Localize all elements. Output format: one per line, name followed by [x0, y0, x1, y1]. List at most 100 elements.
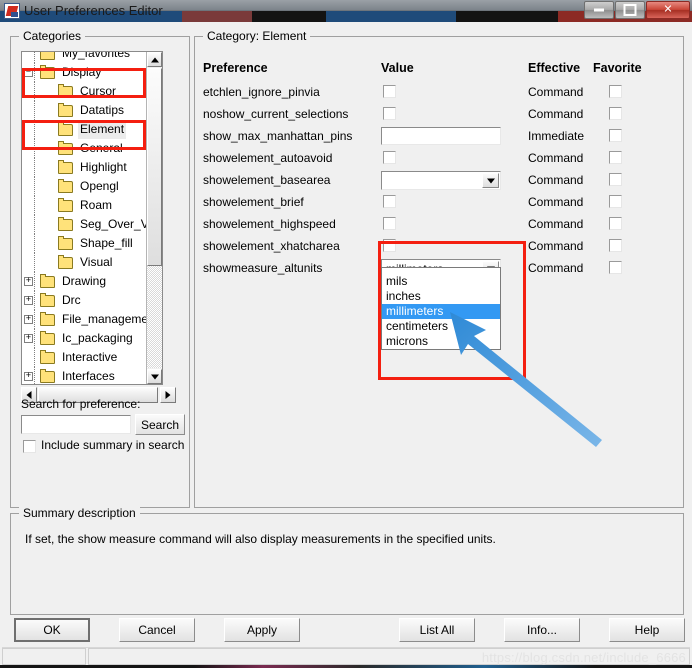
preference-favorite-checkbox[interactable] [609, 217, 622, 230]
tree-item-my_favorites[interactable]: My_favorites [22, 52, 162, 63]
tree-expander-drc[interactable]: + [24, 296, 33, 305]
tree-item-label: Highlight [80, 160, 127, 174]
tree-scroll-up-button[interactable] [147, 52, 162, 67]
categories-tree[interactable]: My_favorites − Display Cursor Datatips Elemen… [21, 51, 163, 385]
tree-guide-line [34, 272, 35, 291]
minimize-button[interactable] [584, 1, 614, 19]
folder-icon [40, 350, 55, 364]
preference-value-checkbox[interactable] [383, 107, 396, 120]
tree-scroll-down-button[interactable] [147, 369, 162, 384]
tree-scroll-right-button[interactable] [160, 387, 176, 403]
tree-expander-interfaces[interactable]: + [24, 372, 33, 381]
watermark: https://blog.csdn.net/include_6666 [481, 650, 686, 665]
tree-item-cursor[interactable]: Cursor [22, 82, 162, 101]
preference-value-checkbox[interactable] [383, 239, 396, 252]
ok-button[interactable]: OK [14, 618, 90, 642]
app-icon [4, 3, 20, 19]
tree-expander-drawing[interactable]: + [24, 277, 33, 286]
preference-name: noshow_current_selections [203, 107, 349, 121]
dropdown-option-microns[interactable]: microns [382, 334, 500, 349]
tree-item-interfaces[interactable]: + Interfaces [22, 367, 162, 384]
folder-icon [40, 293, 55, 307]
preference-name: showelement_autoavoid [203, 151, 333, 165]
tree-vertical-scrollbar[interactable] [146, 52, 162, 384]
tree-item-drawing[interactable]: + Drawing [22, 272, 162, 291]
preference-effective: Command [528, 195, 584, 209]
preference-value-checkbox[interactable] [383, 217, 396, 230]
window-controls: ✕ [583, 1, 690, 19]
preference-favorite-checkbox[interactable] [609, 129, 622, 142]
preference-name: showelement_brief [203, 195, 304, 209]
tree-item-datatips[interactable]: Datatips [22, 101, 162, 120]
tree-item-element[interactable]: Element [22, 120, 162, 139]
preference-value-checkbox[interactable] [383, 85, 396, 98]
cancel-button[interactable]: Cancel [119, 618, 195, 642]
preference-name: showelement_xhatcharea [203, 239, 340, 253]
preference-favorite-checkbox[interactable] [609, 151, 622, 164]
tree-item-opengl[interactable]: Opengl [22, 177, 162, 196]
tree-guide-line [34, 196, 35, 215]
tree-item-seg_over_voi[interactable]: Seg_Over_Voi [22, 215, 162, 234]
tree-guide-line [34, 101, 35, 120]
categories-group: Categories My_favorites − Display Cursor Dat… [10, 29, 190, 508]
folder-icon [58, 217, 73, 231]
tree-item-highlight[interactable]: Highlight [22, 158, 162, 177]
preference-favorite-checkbox[interactable] [609, 261, 622, 274]
include-summary-checkbox[interactable] [23, 440, 36, 453]
list-all-button[interactable]: List All [399, 618, 475, 642]
altunits-dropdown-list[interactable]: mils inches millimeters centimeters microns [381, 267, 501, 350]
preference-favorite-checkbox[interactable] [609, 107, 622, 120]
tree-expander-ic_packaging[interactable]: + [24, 334, 33, 343]
folder-icon [58, 179, 73, 193]
apply-button[interactable]: Apply [224, 618, 300, 642]
tree-expander-display[interactable]: − [24, 68, 33, 77]
preference-favorite-checkbox[interactable] [609, 195, 622, 208]
tree-item-ic_packaging[interactable]: + Ic_packaging [22, 329, 162, 348]
preference-value-input[interactable] [381, 127, 501, 145]
tree-item-drc[interactable]: + Drc [22, 291, 162, 310]
tree-item-general[interactable]: General [22, 139, 162, 158]
tree-vscroll-thumb[interactable] [147, 68, 162, 266]
tree-item-interactive[interactable]: Interactive [22, 348, 162, 367]
categories-legend: Categories [19, 29, 86, 43]
folder-icon [58, 103, 73, 117]
dropdown-option-mils[interactable]: mils [382, 274, 500, 289]
summary-group: Summary description If set, the show mea… [10, 506, 684, 615]
titlebar-backdrop-strip-5 [456, 11, 558, 22]
category-legend: Category: Element [203, 29, 311, 43]
tree-item-file_management[interactable]: + File_management [22, 310, 162, 329]
help-button[interactable]: Help [609, 618, 685, 642]
tree-guide-line [34, 120, 35, 139]
close-icon: ✕ [663, 3, 673, 16]
preference-favorite-checkbox[interactable] [609, 173, 622, 186]
tree-expander-file_management[interactable]: + [24, 315, 33, 324]
preference-favorite-checkbox[interactable] [609, 85, 622, 98]
search-input[interactable] [21, 415, 131, 434]
tree-item-roam[interactable]: Roam [22, 196, 162, 215]
column-header-preference: Preference [203, 61, 268, 75]
preference-name: showelement_highspeed [203, 217, 336, 231]
preference-favorite-checkbox[interactable] [609, 239, 622, 252]
tree-item-visual[interactable]: Visual [22, 253, 162, 272]
tree-item-display[interactable]: − Display [22, 63, 162, 82]
tree-guide-line [34, 63, 35, 82]
titlebar-backdrop-strip-4 [326, 11, 456, 22]
preference-value-checkbox[interactable] [383, 151, 396, 164]
preference-name: showelement_basearea [203, 173, 331, 187]
dropdown-option-centimeters[interactable]: centimeters [382, 319, 500, 334]
dropdown-option-inches[interactable]: inches [382, 289, 500, 304]
preference-effective: Command [528, 151, 584, 165]
tree-guide-line [34, 158, 35, 177]
combo-dropdown-button[interactable] [482, 173, 499, 188]
tree-item-label: Cursor [80, 84, 117, 98]
maximize-button[interactable] [615, 1, 645, 19]
window-client-area: Categories My_favorites − Display Cursor Dat… [0, 22, 692, 668]
preference-value-combo[interactable] [381, 171, 501, 190]
tree-item-shape_fill[interactable]: Shape_fill [22, 234, 162, 253]
preference-name: showmeasure_altunits [203, 261, 323, 275]
dropdown-option-millimeters[interactable]: millimeters [382, 304, 500, 319]
preference-value-checkbox[interactable] [383, 195, 396, 208]
close-button[interactable]: ✕ [646, 1, 690, 19]
info-button[interactable]: Info... [504, 618, 580, 642]
search-button[interactable]: Search [135, 414, 185, 435]
